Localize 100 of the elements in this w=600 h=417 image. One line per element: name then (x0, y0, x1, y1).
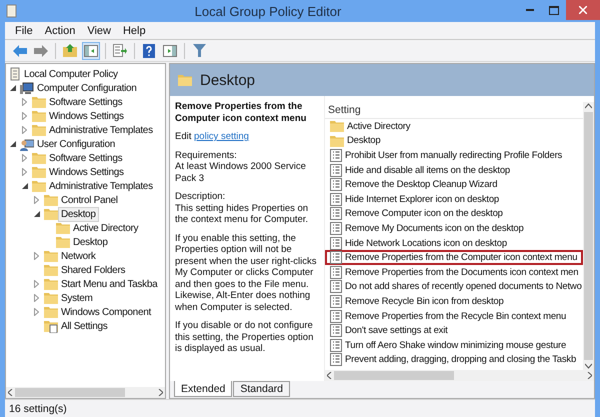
tree-item[interactable]: Software Settings (46, 94, 126, 110)
folder-icon (32, 152, 46, 164)
description-label: Description: (175, 191, 226, 202)
collapsed-arrow-icon[interactable] (34, 308, 39, 316)
policy-document-icon (330, 222, 342, 235)
collapsed-arrow-icon[interactable] (34, 280, 39, 288)
close-button[interactable] (566, 0, 600, 20)
expanded-arrow-icon[interactable] (10, 141, 16, 147)
tree-item[interactable]: Start Menu and Taskba (58, 276, 160, 292)
user-computer-icon (20, 138, 34, 150)
policy-document-icon (330, 192, 342, 206)
setting-row[interactable]: Hide and disable all items on the desktop (325, 162, 583, 178)
policy-document-icon (330, 178, 342, 192)
tree-item[interactable]: Local Computer Policy (21, 66, 121, 82)
folder-icon (44, 292, 58, 304)
expanded-arrow-icon[interactable] (34, 211, 40, 217)
tree-item[interactable]: All Settings (58, 318, 110, 334)
scroll-down-icon[interactable] (585, 362, 592, 370)
collapsed-arrow-icon[interactable] (22, 154, 27, 162)
setting-row[interactable]: Don't save settings at exit (325, 323, 583, 338)
folder-icon (56, 222, 70, 234)
tree-item[interactable]: User Configuration (34, 136, 118, 152)
tree-item[interactable]: Computer Configuration (34, 80, 140, 96)
setting-row[interactable]: Remove Properties from the Documents icon context men (325, 264, 583, 280)
setting-row[interactable]: Active Directory (325, 119, 583, 134)
description-text: This setting hides Properties on the context menu for Computer. (175, 202, 310, 226)
collapsed-arrow-icon[interactable] (22, 126, 27, 134)
scroll-right-icon[interactable] (158, 389, 163, 396)
folder-icon (178, 74, 192, 86)
toolbar-button[interactable] (82, 42, 100, 60)
toolbar-button[interactable] (140, 42, 158, 60)
horizontal-scrollbar[interactable] (6, 387, 165, 398)
folder-icon (32, 180, 46, 192)
horizontal-scrollbar[interactable] (325, 370, 594, 381)
policy-document-icon (330, 236, 342, 250)
scroll-left-icon[interactable] (8, 389, 13, 396)
setting-row[interactable]: Prevent adding, dragging, dropping and closing the Taskb (325, 352, 583, 368)
edit-text: Edit policy setting (175, 131, 250, 142)
folder-icon (330, 120, 344, 132)
setting-row[interactable]: Prohibit User from manually redirecting Profile Folders (325, 148, 583, 163)
tree-item[interactable]: Network (58, 248, 99, 264)
toolbar-button[interactable] (190, 42, 208, 60)
tree-item[interactable]: Windows Settings (46, 108, 127, 124)
folder-icon (44, 208, 58, 220)
collapsed-arrow-icon[interactable] (34, 252, 39, 260)
menu-item[interactable]: Action (44, 24, 76, 36)
tree-item[interactable]: Control Panel (58, 192, 121, 208)
tree-item[interactable]: Active Directory (70, 220, 142, 236)
setting-row[interactable]: Remove Recycle Bin icon from desktop (325, 294, 583, 309)
tree-item[interactable]: Administrative Templates (46, 122, 156, 138)
folder-up-icon (63, 44, 77, 57)
policy-document-icon (330, 353, 342, 366)
folder-icon (330, 134, 344, 147)
expanded-arrow-icon[interactable] (10, 85, 16, 91)
setting-row[interactable]: Do not add shares of recently opened documents to Netwo (325, 280, 583, 294)
vertical-scrollbar[interactable] (583, 102, 594, 370)
tree-item[interactable]: Shared Folders (58, 262, 128, 278)
setting-row[interactable]: Hide Network Locations icon on desktop (325, 236, 583, 250)
menu-item[interactable]: View (87, 24, 111, 36)
tree-item[interactable]: Windows Component (58, 304, 154, 320)
minimize-icon (526, 9, 534, 11)
setting-row[interactable]: Remove Properties from the Computer icon context menu (325, 250, 583, 265)
scroll-up-icon[interactable] (585, 102, 592, 110)
policy-setting-link[interactable]: policy setting (194, 131, 249, 142)
collapsed-arrow-icon[interactable] (22, 112, 27, 120)
setting-row[interactable]: Remove the Desktop Cleanup Wizard (325, 177, 583, 192)
collapsed-arrow-icon[interactable] (22, 98, 27, 106)
setting-row[interactable]: Hide Internet Explorer icon on desktop (325, 192, 583, 207)
policy-title: Remove Properties from the Computer icon context menu (175, 101, 308, 124)
collapsed-arrow-icon[interactable] (34, 294, 39, 302)
folder-icon (32, 110, 46, 122)
collapsed-arrow-icon[interactable] (22, 168, 27, 176)
setting-row[interactable]: Remove Properties from the Recycle Bin context menu (325, 308, 583, 324)
menu-item[interactable]: File (15, 24, 33, 36)
tree-item[interactable]: Desktop (70, 234, 111, 250)
setting-row[interactable]: Desktop (325, 134, 583, 148)
collapsed-arrow-icon[interactable] (34, 196, 39, 204)
column-header[interactable]: Setting (325, 102, 583, 119)
close-icon (579, 6, 587, 14)
expanded-arrow-icon[interactable] (22, 183, 28, 189)
tree-item[interactable]: System (58, 290, 96, 306)
policy-document-icon (330, 324, 342, 338)
back-arrow-icon (13, 44, 27, 56)
tree-item[interactable]: Administrative Templates (46, 178, 156, 194)
folder-icon (44, 264, 58, 276)
folder-icon (44, 250, 58, 262)
view-tab[interactable]: Standard (233, 381, 290, 397)
setting-row[interactable]: Remove Computer icon on the desktop (325, 206, 583, 222)
scroll-right-icon[interactable] (587, 372, 592, 379)
tree-item[interactable]: Windows Settings (46, 164, 127, 180)
view-tab[interactable]: Extended (174, 381, 232, 397)
menu-item[interactable]: Help (122, 24, 146, 36)
setting-row[interactable]: Remove My Documents icon on the desktop (325, 221, 583, 236)
setting-row[interactable]: Turn off Aero Shake window minimizing mouse gesture (325, 338, 583, 352)
tree-item[interactable]: Desktop (58, 206, 99, 222)
toolbar-button[interactable] (61, 42, 79, 60)
scroll-left-icon[interactable] (327, 372, 332, 379)
tree-item[interactable]: Software Settings (46, 150, 126, 166)
toolbar-button[interactable] (111, 42, 129, 60)
folder-icon (44, 194, 58, 206)
